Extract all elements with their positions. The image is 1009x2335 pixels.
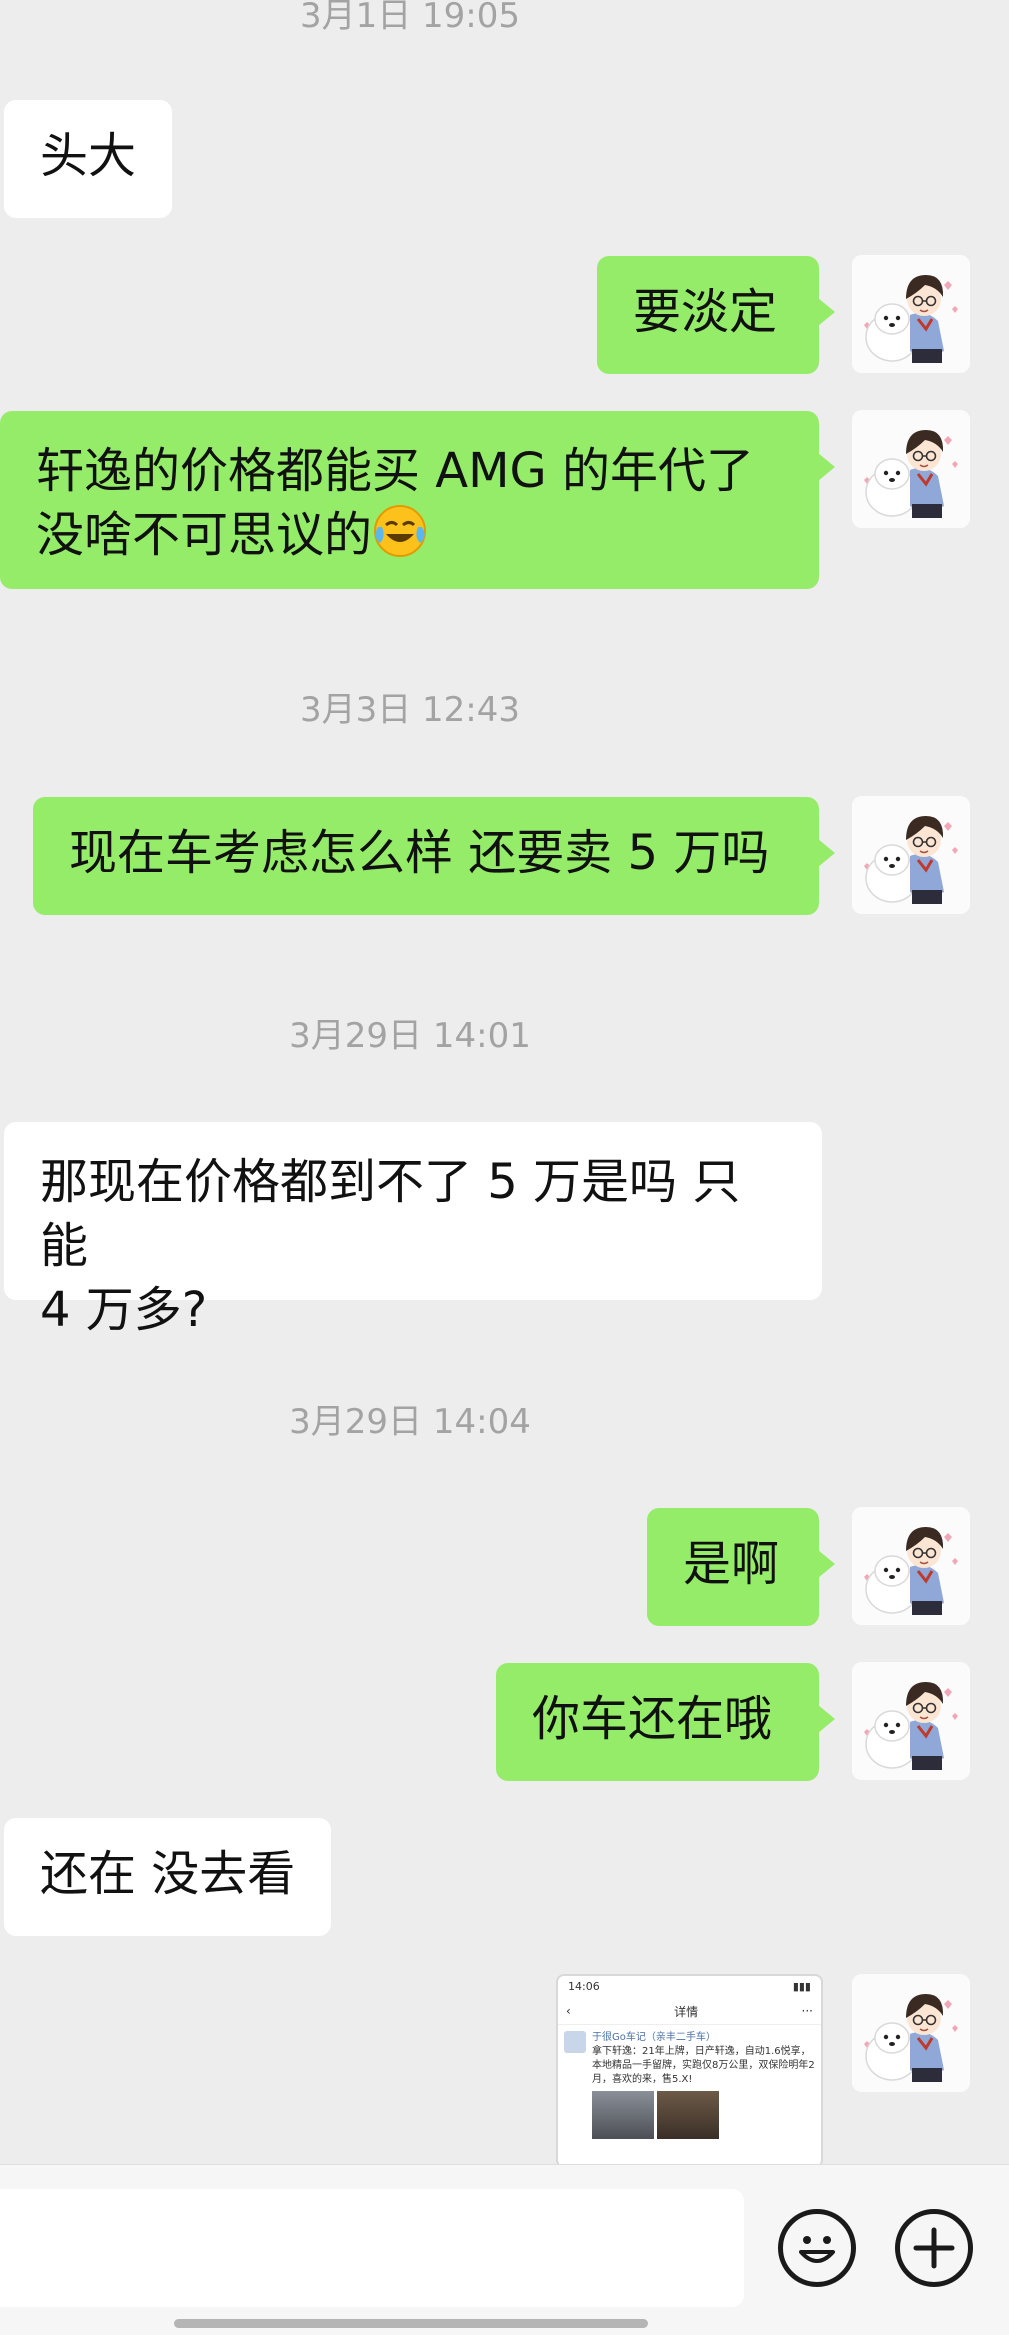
- avatar-image: [852, 1974, 970, 2092]
- message-text: 现在车考虑怎么样 还要卖 5 万吗: [69, 825, 770, 881]
- avatar[interactable]: [852, 1662, 970, 1780]
- message-text: 要淡定: [633, 284, 778, 340]
- image-post: 于很Go车记（亲丰二手车） 拿下轩逸：21年上牌，日产轩逸，自动1.6悦享，本地…: [558, 2025, 821, 2139]
- sent-message[interactable]: 你车还在哦: [496, 1663, 835, 1781]
- avatar[interactable]: [852, 1974, 970, 2092]
- image-header: ‹ 详情 ···: [558, 1998, 821, 2025]
- smiley-icon[interactable]: [778, 2209, 856, 2287]
- image-post-author: 于很Go车记（亲丰二手车）: [592, 2032, 716, 2043]
- image-post-photos: [592, 2091, 815, 2139]
- image-status-time: 14:06: [568, 1980, 600, 1993]
- message-text: 4 万多?: [40, 1282, 208, 1338]
- sent-message[interactable]: 要淡定: [597, 256, 835, 374]
- message-text: 轩逸的价格都能买 AMG 的年代了: [36, 443, 754, 499]
- car-photo: [592, 2091, 654, 2139]
- avatar-image: [852, 1662, 970, 1780]
- timestamp: 3月29日 14:01: [289, 1016, 531, 1056]
- message-text: 头大: [40, 128, 137, 184]
- message-text: 你车还在哦: [532, 1691, 773, 1747]
- timestamp: 3月29日 14:04: [289, 1402, 531, 1442]
- message-text-line: 没啥不可思议的: [36, 503, 783, 567]
- sent-message[interactable]: 是啊: [647, 1508, 835, 1626]
- message-text: 没啥不可思议的: [36, 507, 373, 563]
- avatar-image: [852, 410, 970, 528]
- face-with-tears-of-joy-icon: [374, 505, 427, 557]
- timestamp: 3月3日 12:43: [299, 690, 521, 730]
- received-message[interactable]: 那现在价格都到不了 5 万是吗 只能 4 万多?: [4, 1122, 822, 1338]
- plus-icon[interactable]: [895, 2209, 973, 2287]
- home-indicator[interactable]: [174, 2319, 648, 2328]
- shared-image-message[interactable]: 14:06 ▮▮▮ ‹ 详情 ··· 于很Go车记（亲丰二手车） 拿下轩逸：21…: [556, 1974, 823, 2168]
- message-text: 是啊: [683, 1536, 780, 1592]
- image-post-avatar: [564, 2031, 586, 2053]
- back-arrow-icon: ‹: [566, 2004, 571, 2018]
- input-bar: [0, 2164, 1009, 2335]
- more-icon: ···: [801, 2004, 813, 2018]
- received-message[interactable]: 还在 没去看: [4, 1818, 332, 1936]
- image-status-bar: 14:06 ▮▮▮: [558, 1976, 821, 1998]
- avatar-image: [852, 796, 970, 914]
- avatar[interactable]: [852, 796, 970, 914]
- message-input[interactable]: [0, 2189, 744, 2307]
- image-post-text: 拿下轩逸：21年上牌，日产轩逸，自动1.6悦享，本地精品一手留牌，实跑仅8万公里…: [592, 2046, 815, 2085]
- timestamp: 3月1日 19:05: [299, 0, 521, 36]
- car-photo: [657, 2091, 719, 2139]
- sent-message[interactable]: 现在车考虑怎么样 还要卖 5 万吗: [33, 797, 835, 915]
- battery-icon: ▮▮▮: [792, 1980, 811, 1993]
- message-text: 那现在价格都到不了 5 万是吗 只能: [40, 1154, 741, 1274]
- avatar-image: [852, 255, 970, 373]
- received-message[interactable]: 头大: [4, 100, 173, 218]
- message-text: 还在 没去看: [40, 1846, 296, 1902]
- sent-message[interactable]: 轩逸的价格都能买 AMG 的年代了 没啥不可思议的: [0, 411, 835, 589]
- avatar[interactable]: [852, 410, 970, 528]
- avatar[interactable]: [852, 1507, 970, 1625]
- avatar-image: [852, 1507, 970, 1625]
- avatar[interactable]: [852, 255, 970, 373]
- image-header-title: 详情: [674, 2004, 699, 2019]
